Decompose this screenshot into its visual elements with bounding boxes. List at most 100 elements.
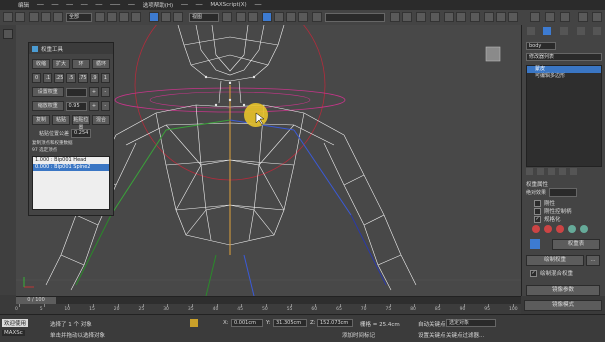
edit-named-sets-icon[interactable]	[312, 12, 322, 22]
list-item[interactable]: 1.000 : Bip001 Head	[33, 157, 109, 164]
time-slider-thumb[interactable]: 0 / 100	[16, 297, 56, 304]
select-by-name-icon[interactable]	[107, 12, 117, 22]
scale-weight-button[interactable]: 缩放权重	[32, 101, 64, 111]
select-object-icon[interactable]	[95, 12, 105, 22]
paste-tolerance-field[interactable]: 0.254	[71, 129, 92, 138]
z-coord-field[interactable]: 152.073cm	[317, 319, 353, 327]
scale-up-button[interactable]: +	[89, 101, 99, 111]
weight-025-button[interactable]: .25	[54, 73, 65, 83]
modifier-list-dropdown[interactable]: 修改器列表	[526, 53, 602, 61]
list-item[interactable]: 0.000 : Bip001 Spine2	[33, 164, 109, 171]
menu-customize[interactable]: ──	[196, 2, 203, 8]
workspace-icon[interactable]	[560, 12, 570, 22]
toggle-ribbon-icon[interactable]	[430, 12, 440, 22]
toolbar-handle-icon[interactable]	[3, 29, 13, 39]
menu-maxscript[interactable]: MAXScript(X)	[210, 2, 246, 8]
key-filters-button[interactable]: 关键点过滤器...	[446, 331, 484, 339]
menu-graph[interactable]: ──	[128, 2, 135, 8]
paint-blend-checkbox[interactable]: ✓ 绘制混合权重	[530, 269, 602, 277]
weight-01-button[interactable]: .1	[43, 73, 53, 83]
mirror-params-rollout[interactable]: 镜像参数	[526, 285, 600, 296]
named-selection-dropdown[interactable]	[325, 13, 385, 22]
spinner-snap-icon[interactable]	[298, 12, 308, 22]
add-time-tag[interactable]: 添加时间标记	[342, 331, 375, 339]
menu-options-help[interactable]: 选项帮助(H)	[143, 1, 173, 9]
scale-weight-field[interactable]: 0.95	[65, 101, 88, 111]
rigid-checkbox[interactable]: 刚性	[534, 199, 602, 207]
menu-rendering[interactable]: ──	[181, 2, 188, 8]
weight-0-button[interactable]: 0	[32, 73, 42, 83]
render-production-icon[interactable]	[508, 12, 518, 22]
selection-filter-dropdown[interactable]: 全部	[66, 13, 92, 22]
select-rotate-icon[interactable]	[161, 12, 171, 22]
weight-table-button[interactable]: 权重表	[552, 239, 600, 250]
display-tab-icon[interactable]	[593, 27, 602, 35]
stack-item-editable-poly[interactable]: 可编辑多边形	[527, 73, 601, 80]
set-weight-field[interactable]	[65, 87, 88, 97]
exclude-verts-icon[interactable]	[532, 225, 540, 233]
scene-explorer-icon[interactable]	[545, 12, 555, 22]
ring-button[interactable]: 环	[72, 59, 90, 69]
remove-modifier-icon[interactable]	[559, 168, 566, 175]
pivot-center-icon[interactable]	[222, 12, 232, 22]
stack-item-skin[interactable]: 蒙皮	[527, 66, 601, 73]
add-weight-button[interactable]: +	[89, 87, 99, 97]
keyboard-shortcut-icon[interactable]	[248, 12, 258, 22]
menu-modifiers[interactable]: ──	[96, 2, 103, 8]
menu-tools[interactable]: ──	[37, 2, 44, 8]
auto-key-button[interactable]: 自动关键点	[418, 320, 446, 328]
motion-tab-icon[interactable]	[576, 27, 585, 35]
include-verts-icon[interactable]	[544, 225, 552, 233]
window-crossing-icon[interactable]	[131, 12, 141, 22]
modifier-stack[interactable]: 蒙皮 可编辑多边形	[526, 65, 602, 167]
set-weight-button[interactable]: 设置权重	[32, 87, 64, 97]
dialog-titlebar[interactable]: 权重工具	[29, 43, 113, 54]
scale-down-button[interactable]: -	[100, 101, 110, 111]
grow-button[interactable]: 扩大	[52, 59, 70, 69]
community-icon[interactable]	[530, 12, 540, 22]
absolute-effect-field[interactable]	[549, 188, 578, 197]
object-name-field[interactable]: body	[526, 42, 556, 50]
rigid-handles-checkbox[interactable]: 刚性控制柄	[534, 207, 602, 215]
reference-coord-dropdown[interactable]: 视图	[189, 13, 219, 22]
shrink-button[interactable]: 收缩	[32, 59, 50, 69]
make-unique-icon[interactable]	[548, 168, 555, 175]
y-coord-field[interactable]: 31.305cm	[273, 319, 307, 327]
blend-button[interactable]: 混合	[92, 115, 110, 125]
maxscript-listener[interactable]: MAXSc	[2, 330, 25, 336]
rendered-frame-window-icon[interactable]	[496, 12, 506, 22]
show-end-result-icon[interactable]	[537, 168, 544, 175]
modify-tab-icon[interactable]	[543, 27, 552, 35]
weight-tool-icon[interactable]	[580, 225, 588, 233]
paste-button[interactable]: 粘贴	[52, 115, 70, 125]
redo-icon[interactable]	[15, 12, 25, 22]
window-close-icon[interactable]	[592, 12, 602, 22]
angle-snap-icon[interactable]	[274, 12, 284, 22]
set-key-button[interactable]: 设置关键点	[418, 331, 446, 339]
select-move-icon[interactable]	[149, 12, 159, 22]
paint-weights-button[interactable]: 绘制权重	[526, 255, 584, 266]
mirror-icon[interactable]	[390, 12, 400, 22]
undo-icon[interactable]	[3, 12, 13, 22]
select-excluded-icon[interactable]	[556, 225, 564, 233]
menu-help[interactable]: ──	[255, 2, 262, 8]
x-coord-field[interactable]: 0.001cm	[231, 319, 263, 327]
lock-selection-icon[interactable]	[190, 319, 198, 327]
sub-weight-button[interactable]: -	[100, 87, 110, 97]
rect-select-icon[interactable]	[119, 12, 129, 22]
viewcube-icon[interactable]	[485, 46, 501, 62]
menu-animation[interactable]: ───	[110, 2, 120, 8]
select-manipulate-icon[interactable]	[236, 12, 246, 22]
select-scale-icon[interactable]	[173, 12, 183, 22]
menu-views[interactable]: ──	[66, 2, 73, 8]
menu-edit[interactable]: 编辑	[18, 1, 29, 9]
layer-explorer-icon[interactable]	[416, 12, 426, 22]
bake-verts-icon[interactable]	[568, 225, 576, 233]
paint-options-button[interactable]: ...	[586, 255, 600, 266]
percent-snap-icon[interactable]	[286, 12, 296, 22]
copy-button[interactable]: 复制	[32, 115, 50, 125]
bone-weight-list[interactable]: 1.000 : Bip001 Head 0.000 : Bip001 Spine…	[32, 156, 110, 210]
paste-pos-button[interactable]: 粘贴位置	[72, 115, 90, 131]
time-slider[interactable]: 0 / 100	[16, 297, 521, 304]
pin-stack-icon[interactable]	[526, 168, 533, 175]
